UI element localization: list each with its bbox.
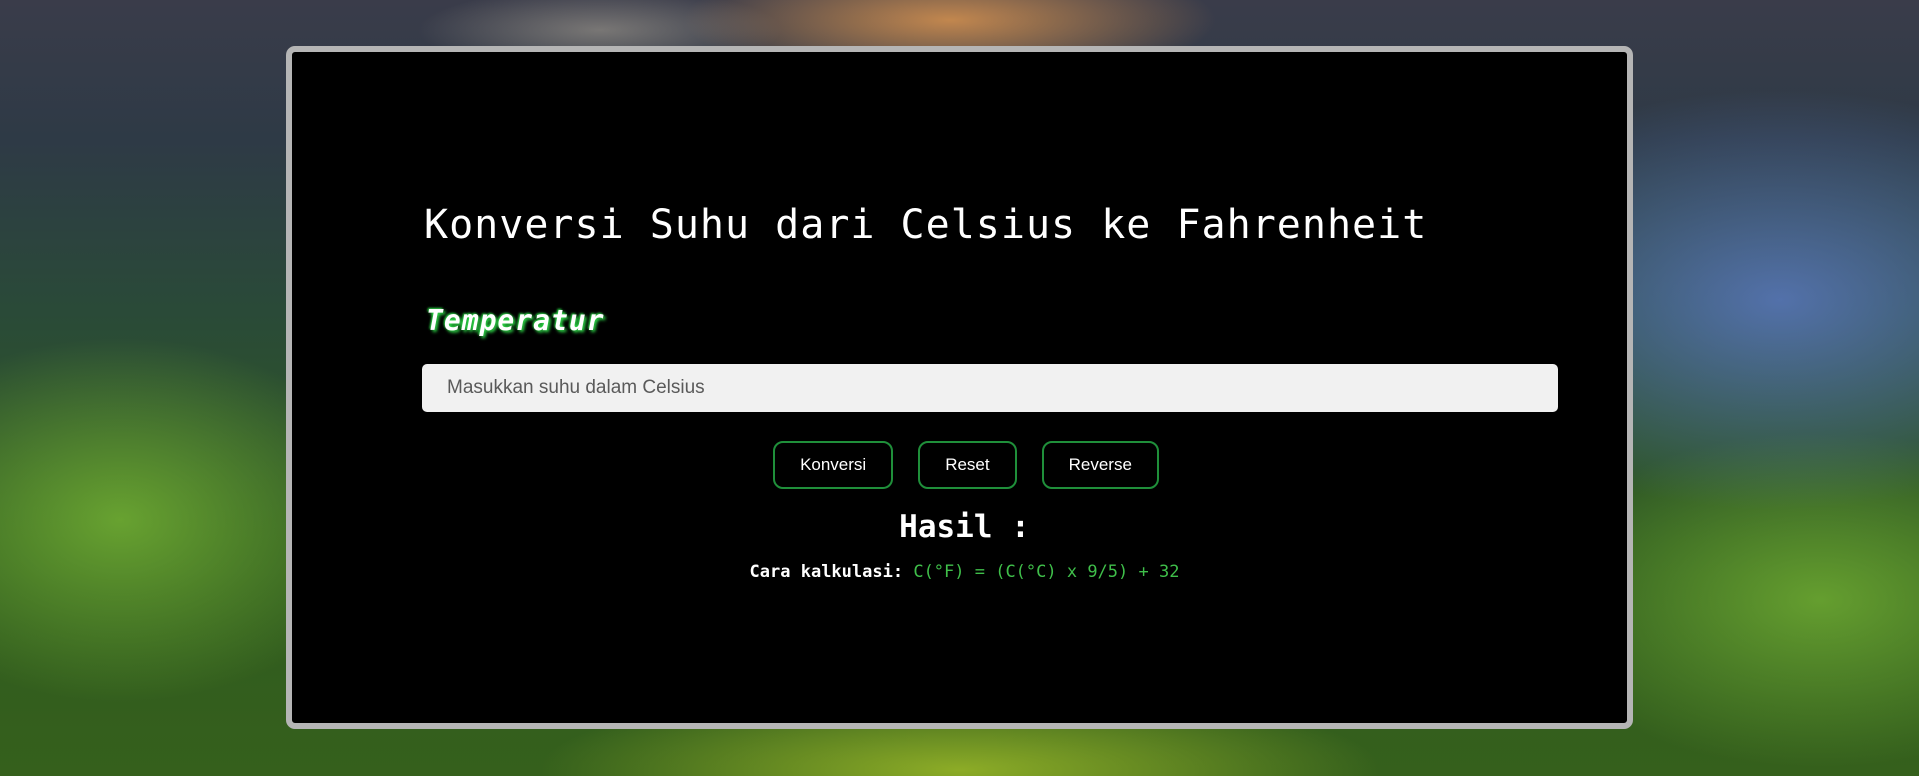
convert-button[interactable]: Konversi (773, 441, 894, 489)
converter-panel: Konversi Suhu dari Celsius ke Fahrenheit… (286, 46, 1633, 729)
button-group: Konversi Reset Reverse (292, 441, 1627, 489)
result-title: Hasil : (899, 509, 1030, 545)
temperature-label: Temperatur (426, 304, 605, 337)
calculation-line: Cara kalkulasi: C(°F) = (C(°C) x 9/5) + … (292, 562, 1627, 582)
reset-button[interactable]: Reset (918, 441, 1017, 489)
calculation-formula: C(°F) = (C(°C) x 9/5) + 32 (913, 562, 1180, 582)
celsius-input[interactable] (422, 364, 1558, 412)
reverse-button[interactable]: Reverse (1041, 441, 1159, 489)
page-title: Konversi Suhu dari Celsius ke Fahrenheit (424, 202, 1428, 248)
calculation-label: Cara kalkulasi: (749, 562, 904, 582)
